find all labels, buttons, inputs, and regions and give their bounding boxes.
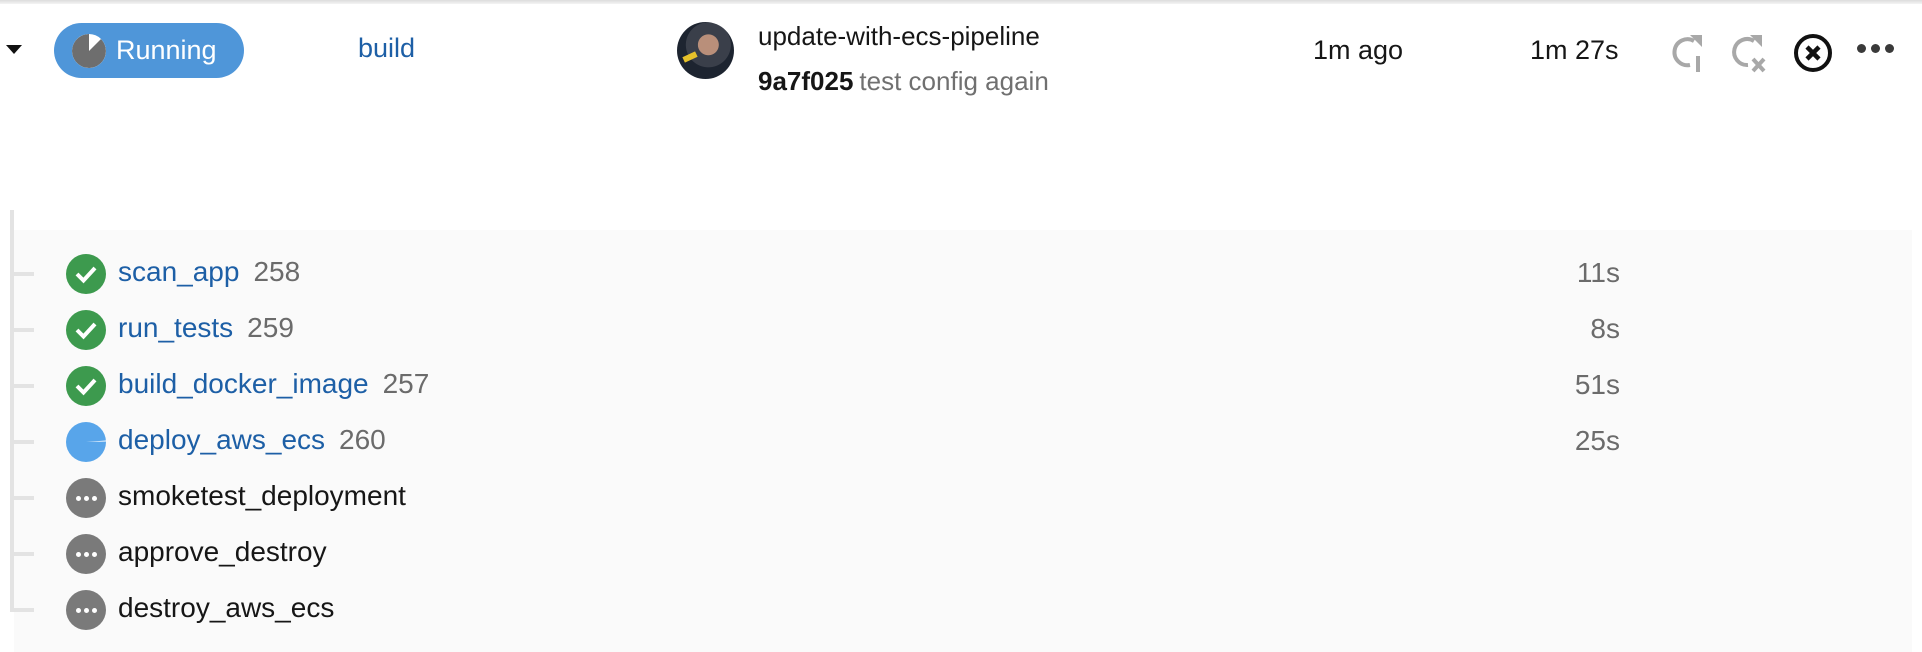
started-time: 1m ago bbox=[1313, 35, 1404, 65]
branch-name[interactable]: update-with-ecs-pipeline bbox=[758, 21, 1040, 52]
job-row: destroy_aws_ecs bbox=[0, 584, 1922, 634]
job-name-label: approve_destroy bbox=[118, 536, 327, 567]
tree-branch bbox=[14, 384, 34, 388]
tree-branch bbox=[14, 608, 34, 612]
tree-branch bbox=[14, 552, 34, 556]
job-name[interactable]: build_docker_image 257 bbox=[118, 368, 429, 400]
tree-branch bbox=[14, 272, 34, 276]
top-divider bbox=[0, 0, 1922, 4]
queued-icon bbox=[66, 478, 106, 518]
job-name-label[interactable]: run_tests bbox=[118, 312, 233, 343]
cancel-button[interactable] bbox=[1793, 33, 1833, 78]
queued-icon bbox=[66, 590, 106, 630]
job-name: destroy_aws_ecs bbox=[118, 592, 334, 624]
job-row: approve_destroy bbox=[0, 528, 1922, 578]
job-name[interactable]: scan_app 258 bbox=[118, 256, 300, 288]
job-row: build_docker_image 257 51s bbox=[0, 360, 1922, 410]
job-row: deploy_aws_ecs 260 25s bbox=[0, 416, 1922, 466]
job-row: scan_app 258 11s bbox=[0, 248, 1922, 298]
job-number: 260 bbox=[339, 424, 386, 455]
job-name[interactable]: deploy_aws_ecs 260 bbox=[118, 424, 386, 456]
tree-branch bbox=[14, 440, 34, 444]
rerun-icon bbox=[1672, 35, 1702, 72]
job-number: 257 bbox=[382, 368, 430, 399]
job-row: run_tests 259 8s bbox=[0, 304, 1922, 354]
status-label: Running bbox=[116, 35, 217, 65]
job-name: smoketest_deployment bbox=[118, 480, 406, 512]
job-name-label: smoketest_deployment bbox=[118, 480, 406, 511]
commit-info: 9a7f025 test config again bbox=[758, 66, 1049, 97]
job-duration: 11s bbox=[1576, 257, 1620, 288]
rerun-failed-button[interactable] bbox=[1728, 32, 1770, 79]
queued-icon bbox=[66, 534, 106, 574]
rerun-failed-icon bbox=[1732, 35, 1766, 73]
rerun-button[interactable] bbox=[1668, 32, 1708, 79]
job-duration: 51s bbox=[1574, 369, 1620, 400]
running-progress-icon bbox=[72, 33, 106, 68]
job-number: 259 bbox=[247, 312, 294, 343]
pipeline-duration: 1m 27s bbox=[1530, 35, 1619, 65]
job-name-label[interactable]: build_docker_image bbox=[118, 368, 369, 399]
success-icon bbox=[66, 254, 106, 294]
job-duration: 25s bbox=[1574, 425, 1620, 456]
caret-down-icon[interactable] bbox=[6, 45, 22, 54]
success-icon bbox=[66, 366, 106, 406]
job-name-label[interactable]: scan_app bbox=[118, 256, 239, 287]
job-name[interactable]: run_tests 259 bbox=[118, 312, 294, 344]
more-button[interactable] bbox=[1857, 44, 1894, 53]
job-name-label: destroy_aws_ecs bbox=[118, 592, 335, 623]
more-icon bbox=[1857, 44, 1866, 53]
running-icon bbox=[66, 422, 106, 462]
tree-branch bbox=[14, 496, 34, 500]
commit-sha[interactable]: 9a7f025 bbox=[758, 66, 853, 96]
job-number: 258 bbox=[253, 256, 301, 287]
job-name: approve_destroy bbox=[118, 536, 327, 568]
workflow-link[interactable]: build bbox=[358, 33, 415, 64]
job-duration: 8s bbox=[1590, 313, 1620, 344]
avatar bbox=[677, 22, 734, 79]
success-icon bbox=[66, 310, 106, 350]
cancel-icon bbox=[1794, 34, 1832, 72]
status-badge[interactable]: Running bbox=[54, 23, 244, 78]
commit-message: test config again bbox=[859, 66, 1049, 96]
job-name-label[interactable]: deploy_aws_ecs bbox=[118, 424, 325, 455]
job-row: smoketest_deployment bbox=[0, 472, 1922, 522]
tree-branch bbox=[14, 328, 34, 332]
